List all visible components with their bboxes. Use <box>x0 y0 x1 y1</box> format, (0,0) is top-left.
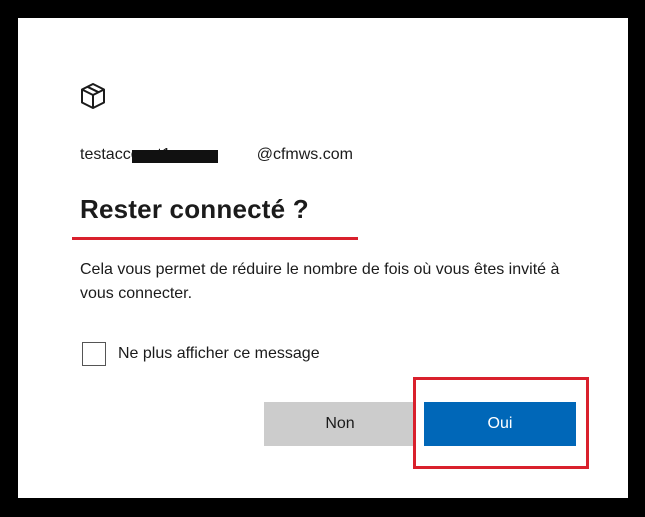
sign-in-dialog: testaccount1 @cfmws.com Rester connecté ?… <box>18 18 628 498</box>
description-text: Cela vous permet de réduire le nombre de… <box>80 261 560 302</box>
account-email-domain: @cfmws.com <box>256 146 353 163</box>
title-annotation-underline <box>72 237 358 240</box>
redaction-bar <box>132 150 218 163</box>
yes-button-annotation-box <box>413 377 589 469</box>
package-icon <box>80 82 106 110</box>
dont-show-again-checkbox[interactable] <box>82 342 106 366</box>
page-title: Rester connecté ? <box>80 194 309 224</box>
checkbox-label: Ne plus afficher ce message <box>118 345 320 362</box>
no-button[interactable]: Non <box>264 402 416 446</box>
dont-show-again-option[interactable]: Ne plus afficher ce message <box>82 340 320 368</box>
